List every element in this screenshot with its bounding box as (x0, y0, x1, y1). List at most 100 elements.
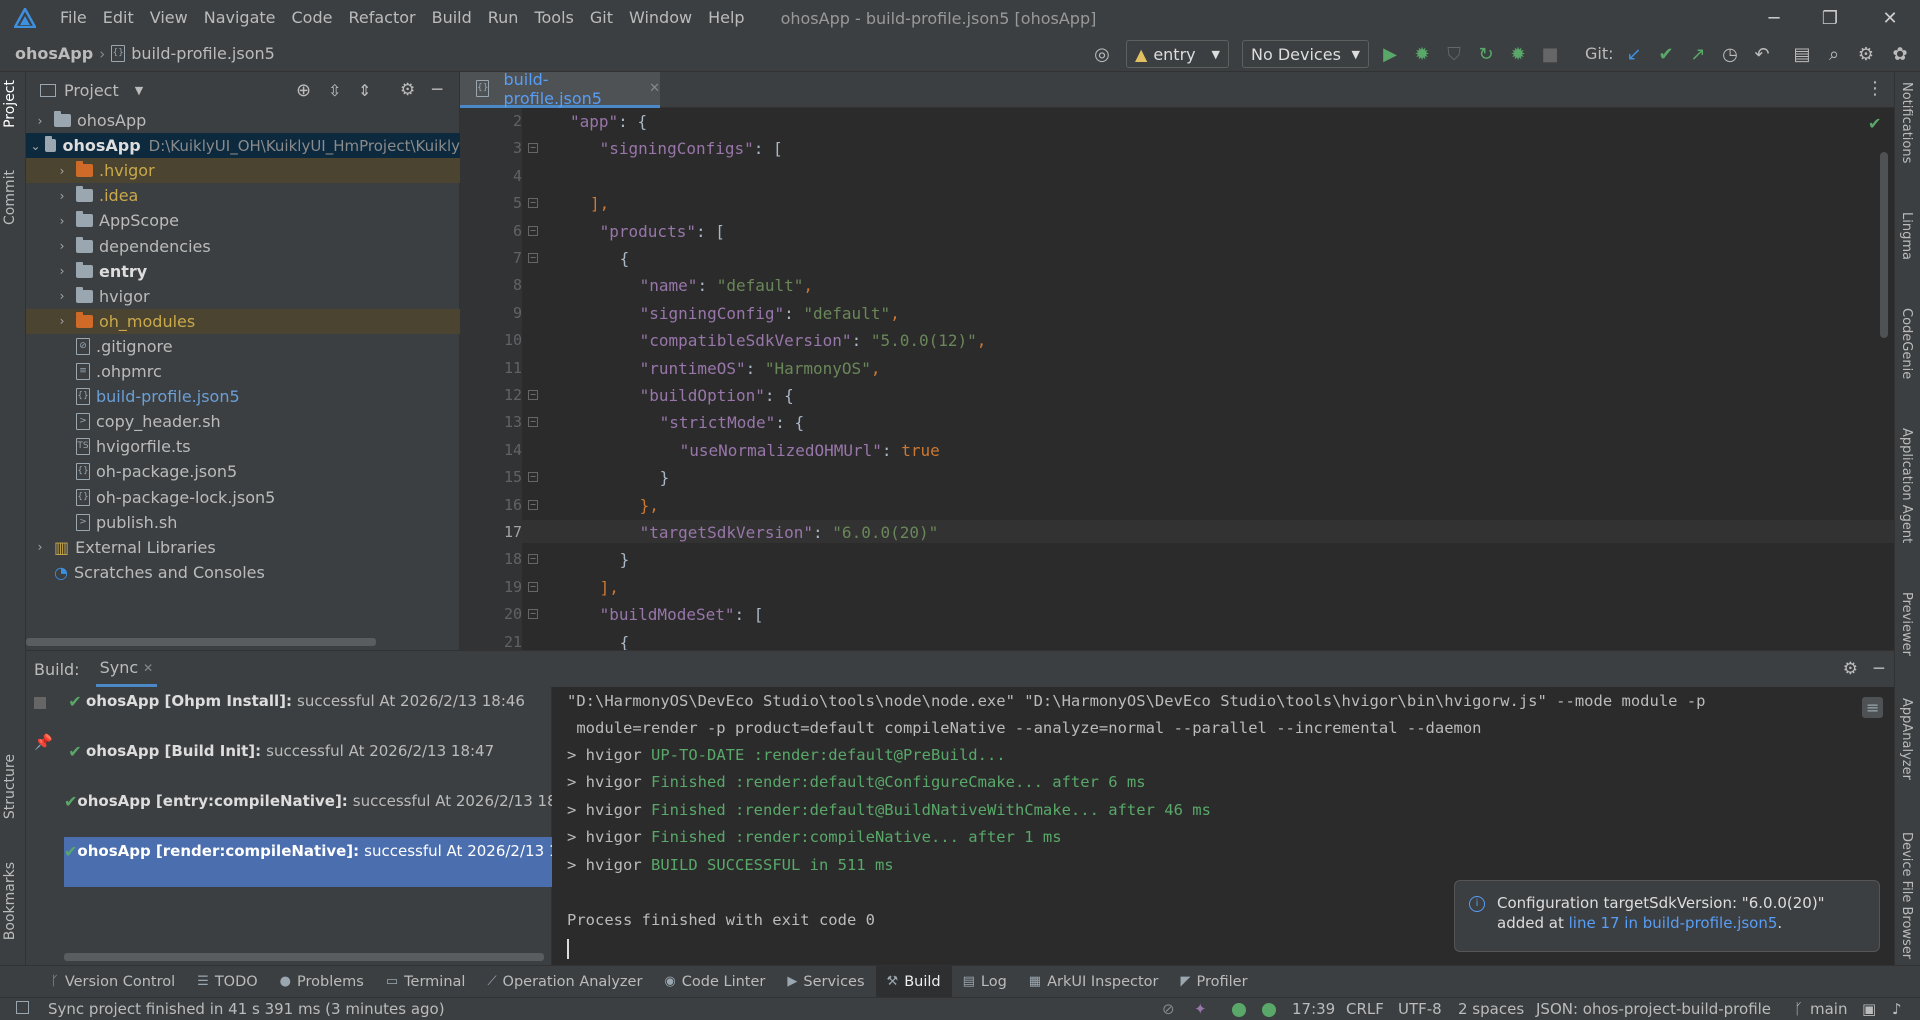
bottom-tab-code-linter[interactable]: ◉ Code Linter (653, 966, 776, 998)
tree-item[interactable]: TS hvigorfile.ts (26, 434, 460, 459)
horizontal-scrollbar[interactable] (26, 638, 376, 646)
debug-button[interactable]: ✹ (1410, 42, 1434, 66)
no-inspection-icon[interactable]: ⊘ (1162, 1000, 1175, 1018)
notification-balloon[interactable]: i Configuration targetSdkVersion: "6.0.0… (1454, 880, 1880, 952)
lingma-icon[interactable]: ✦ (1194, 1000, 1207, 1018)
menu-view[interactable]: View (142, 0, 196, 36)
fold-marker-icon[interactable]: − (528, 225, 538, 236)
chevron-right-icon[interactable]: › (54, 164, 70, 178)
sync-task-item[interactable]: ✔ ohosApp [render:compileNative]: successf… (64, 837, 552, 887)
notification-link[interactable]: line 17 in build-profile.json5 (1569, 914, 1778, 932)
tool-tab-previewer[interactable]: Previewer (1899, 592, 1914, 656)
breadcrumb-file[interactable]: build-profile.json5 (131, 44, 275, 63)
inspection-ok-icon[interactable]: ✔ (1868, 114, 1881, 133)
tab-sync[interactable]: Sync ✕ (95, 651, 158, 687)
menu-navigate[interactable]: Navigate (196, 0, 284, 36)
git-push-button[interactable]: ↗ (1686, 42, 1710, 66)
fold-marker-icon[interactable]: − (528, 417, 538, 428)
close-tab-icon[interactable]: ✕ (649, 81, 660, 96)
code-editor[interactable]: 2 3 4 5 6 7 8 9 10 11 12 13 14 15 16 17 18 19 20 21 "app": … (460, 108, 1894, 650)
chevron-right-icon[interactable]: › (54, 314, 70, 328)
chevron-right-icon[interactable]: › (32, 540, 48, 554)
tree-item[interactable]: {} oh-package.json5 (26, 459, 460, 484)
gear-icon[interactable]: ⚙ (1843, 659, 1858, 679)
menu-help[interactable]: Help (700, 0, 752, 36)
module-selector[interactable]: ▲ entry ▼ (1126, 40, 1229, 68)
chevron-right-icon[interactable]: › (54, 264, 70, 278)
hide-panel-icon[interactable]: ─ (1874, 659, 1884, 679)
plugins-button[interactable]: ✿ (1888, 42, 1912, 66)
bottom-tab-build[interactable]: ⚒ Build (875, 965, 952, 998)
tool-tab-bookmarks[interactable]: Bookmarks (2, 862, 18, 940)
menu-code[interactable]: Code (284, 0, 341, 36)
fold-marker-icon[interactable]: − (528, 609, 538, 620)
tree-item[interactable]: {} build-profile.json5 (26, 384, 460, 409)
tree-item[interactable]: ⌄ ohosApp D:\KuiklyUI_OH\KuiklyUI_HmProjec… (26, 133, 460, 159)
tree-item[interactable]: › .hvigor (26, 158, 460, 184)
tree-item[interactable]: › AppScope (26, 208, 460, 233)
caret-position[interactable]: 17:39 (1292, 1000, 1335, 1018)
breadcrumb-project[interactable]: ohosApp (15, 44, 93, 63)
stop-icon[interactable] (34, 697, 46, 709)
attach-debugger-button[interactable]: ✹ (1506, 42, 1530, 66)
close-tab-icon[interactable]: ✕ (143, 661, 153, 675)
tree-item[interactable]: › .idea (26, 183, 460, 208)
chevron-right-icon[interactable]: › (54, 189, 70, 203)
settings-button[interactable]: ⚙ (1854, 42, 1878, 66)
editor-tab-build-profile[interactable]: {} build-profile.json5 ✕ (460, 70, 660, 108)
tree-item[interactable]: > copy_header.sh (26, 409, 460, 434)
chevron-down-icon[interactable]: ⌄ (30, 139, 41, 153)
tree-item[interactable]: ◔ Scratches and Consoles (26, 560, 460, 585)
git-branch[interactable]: main (1810, 1000, 1847, 1018)
status-message[interactable]: Sync project finished in 41 s 391 ms (3 … (48, 1000, 445, 1018)
tree-item[interactable]: › entry (26, 259, 460, 284)
tree-item[interactable]: ⊘ .gitignore (26, 334, 460, 359)
chevron-right-icon[interactable]: › (54, 214, 70, 228)
bottom-tab-terminal[interactable]: ▭ Terminal (375, 966, 477, 998)
sync-task-item[interactable]: ✔ ohosApp [Ohpm Install]: successful At 20… (64, 687, 552, 737)
horizontal-scrollbar[interactable] (64, 953, 544, 961)
git-commit-button[interactable]: ✔ (1654, 42, 1678, 66)
line-separator[interactable]: CRLF (1346, 1000, 1384, 1018)
chevron-down-icon[interactable]: ▼ (135, 84, 143, 97)
fold-marker-icon[interactable]: − (528, 554, 538, 565)
fold-marker-icon[interactable]: − (528, 390, 538, 400)
json-schema[interactable]: JSON: ohos-project-build-profile (1536, 1000, 1771, 1018)
tree-item[interactable]: › ▥ External Libraries (26, 535, 460, 560)
tree-item[interactable]: {} oh-package-lock.json5 (26, 485, 460, 510)
bottom-tab-problems[interactable]: ● Problems (269, 966, 375, 998)
menu-tools[interactable]: Tools (526, 0, 581, 36)
bottom-tab-version-control[interactable]: ᚴ Version Control (40, 966, 186, 998)
stop-button[interactable]: ■ (1538, 42, 1562, 66)
chevron-right-icon[interactable]: › (32, 114, 48, 128)
fold-marker-icon[interactable]: − (528, 198, 538, 209)
bottom-tab-arkui-inspector[interactable]: ▦ ArkUI Inspector (1018, 966, 1170, 998)
sync-task-item[interactable]: ✔ ohosApp [entry:compileNative]: successfu… (64, 787, 552, 837)
pin-icon[interactable]: 📌 (34, 733, 53, 751)
indent-setting[interactable]: 2 spaces (1458, 1000, 1524, 1018)
menu-refactor[interactable]: Refactor (340, 0, 423, 36)
menu-git[interactable]: Git (582, 0, 621, 36)
bottom-tab-profiler[interactable]: ◤ Profiler (1170, 966, 1259, 998)
locate-icon[interactable]: ⊕ (296, 80, 311, 101)
fold-marker-icon[interactable]: − (528, 472, 538, 483)
notification-bell-icon[interactable]: ♪ (1892, 1000, 1902, 1018)
tool-tab-appanalyzer[interactable]: AppAnalyzer (1899, 698, 1914, 780)
tree-item[interactable]: › ohosApp (26, 108, 460, 133)
chevron-right-icon[interactable]: › (54, 239, 70, 253)
restore-button[interactable]: ❐ (1800, 0, 1860, 36)
tree-item[interactable]: ≡ .ohpmrc (26, 359, 460, 384)
vertical-scrollbar[interactable] (1880, 152, 1888, 338)
menu-window[interactable]: Window (621, 0, 700, 36)
menu-build[interactable]: Build (424, 0, 480, 36)
git-history-button[interactable]: ◷ (1718, 42, 1742, 66)
apply-changes-button[interactable]: ↻ (1474, 42, 1498, 66)
close-window-button[interactable]: ✕ (1860, 0, 1920, 36)
soft-wrap-icon[interactable]: ≡ (1862, 697, 1884, 718)
menu-edit[interactable]: Edit (95, 0, 142, 36)
tool-tab-lingma[interactable]: Lingma (1899, 212, 1914, 260)
tool-tab-project[interactable]: Project (2, 80, 18, 128)
profile-button[interactable]: ⛉ (1442, 42, 1466, 66)
sync-task-item[interactable]: ✔ ohosApp [Build Init]: successful At 2026… (64, 737, 552, 787)
menu-run[interactable]: Run (480, 0, 527, 36)
